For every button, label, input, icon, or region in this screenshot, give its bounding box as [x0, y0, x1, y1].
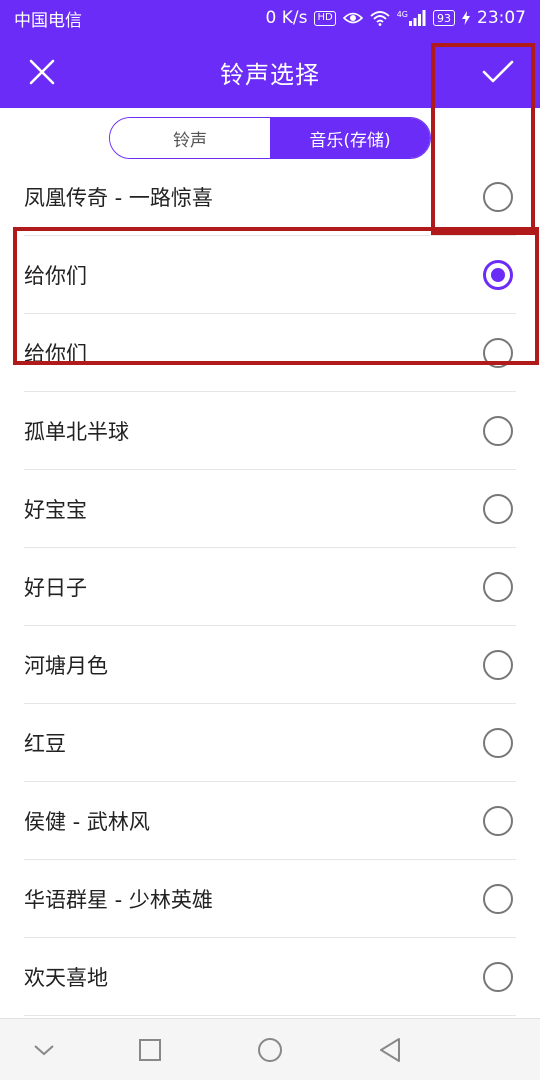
page-title: 铃声选择 — [220, 60, 320, 89]
song-title: 给你们 — [24, 341, 87, 366]
list-item[interactable]: 凤凰传奇 - 一路惊喜 — [24, 162, 516, 236]
list-item[interactable]: 好日子 — [24, 548, 516, 626]
tab-music-storage[interactable]: 音乐(存储) — [270, 118, 430, 158]
song-title: 华语群星 - 少林英雄 — [24, 887, 213, 912]
song-title: 侯健 - 武林风 — [24, 809, 150, 834]
list-item[interactable]: 给你们 — [24, 314, 516, 392]
app-bar: 铃声选择 — [0, 36, 540, 108]
song-title: 欢天喜地 — [24, 965, 108, 990]
collapse-icon — [34, 1045, 54, 1056]
signal-icon: 4G — [397, 10, 426, 26]
home-icon — [258, 1038, 282, 1062]
radio-button[interactable] — [483, 337, 513, 368]
charging-icon — [462, 11, 470, 25]
radio-button[interactable] — [483, 571, 513, 602]
song-title: 给你们 — [24, 263, 87, 288]
eye-icon — [342, 11, 363, 25]
radio-button[interactable] — [483, 493, 513, 524]
back-icon — [380, 1038, 400, 1062]
back-button[interactable] — [360, 1019, 420, 1080]
list-item[interactable]: 好宝宝 — [24, 470, 516, 548]
radio-button[interactable] — [483, 727, 513, 758]
song-list: 凤凰传奇 - 一路惊喜 给你们 给你们 孤单北半球 好宝宝 好日子 河塘月色 红… — [0, 162, 540, 1018]
song-title: 孤单北半球 — [24, 419, 129, 444]
list-item[interactable]: 华语群星 - 少林英雄 — [24, 860, 516, 938]
radio-button[interactable] — [483, 649, 513, 680]
recents-button[interactable] — [120, 1019, 180, 1080]
status-icons: 0 K/s HD 4G 93 23:07 — [266, 8, 526, 28]
radio-button[interactable] — [483, 415, 513, 446]
song-title: 河塘月色 — [24, 653, 108, 678]
clock: 23:07 — [477, 8, 526, 28]
tab-ringtone[interactable]: 铃声 — [110, 118, 270, 158]
battery-level: 93 — [433, 10, 455, 26]
radio-button[interactable] — [483, 883, 513, 914]
wifi-icon — [370, 10, 390, 26]
home-button[interactable] — [240, 1019, 300, 1080]
list-item[interactable]: 河塘月色 — [24, 626, 516, 704]
hd-badge: HD — [314, 10, 336, 26]
radio-button-selected[interactable] — [483, 259, 513, 290]
check-icon — [482, 60, 514, 83]
carrier-name: 中国电信 — [14, 10, 82, 31]
collapse-button[interactable] — [14, 1019, 74, 1080]
network-speed: 0 K/s — [265, 8, 308, 28]
network-type: 4G — [396, 10, 408, 19]
list-item[interactable]: 欢天喜地 — [24, 938, 516, 1016]
list-item[interactable]: 红豆 — [24, 704, 516, 782]
song-title: 好宝宝 — [24, 497, 87, 522]
list-item[interactable]: 给你们 — [24, 236, 516, 314]
recents-icon — [139, 1039, 161, 1061]
status-bar: 中国电信 0 K/s HD 4G 93 23:07 — [0, 0, 540, 36]
list-item[interactable]: 孤单北半球 — [24, 392, 516, 470]
radio-button[interactable] — [483, 181, 513, 212]
song-title: 红豆 — [24, 731, 66, 756]
song-title: 好日子 — [24, 575, 87, 600]
radio-button[interactable] — [483, 805, 513, 836]
confirm-button[interactable] — [470, 50, 526, 94]
song-title: 凤凰传奇 - 一路惊喜 — [24, 185, 213, 210]
radio-button[interactable] — [483, 961, 513, 992]
navigation-bar — [0, 1018, 540, 1080]
list-item[interactable]: 侯健 - 武林风 — [24, 782, 516, 860]
source-tabs: 铃声 音乐(存储) — [109, 117, 431, 159]
